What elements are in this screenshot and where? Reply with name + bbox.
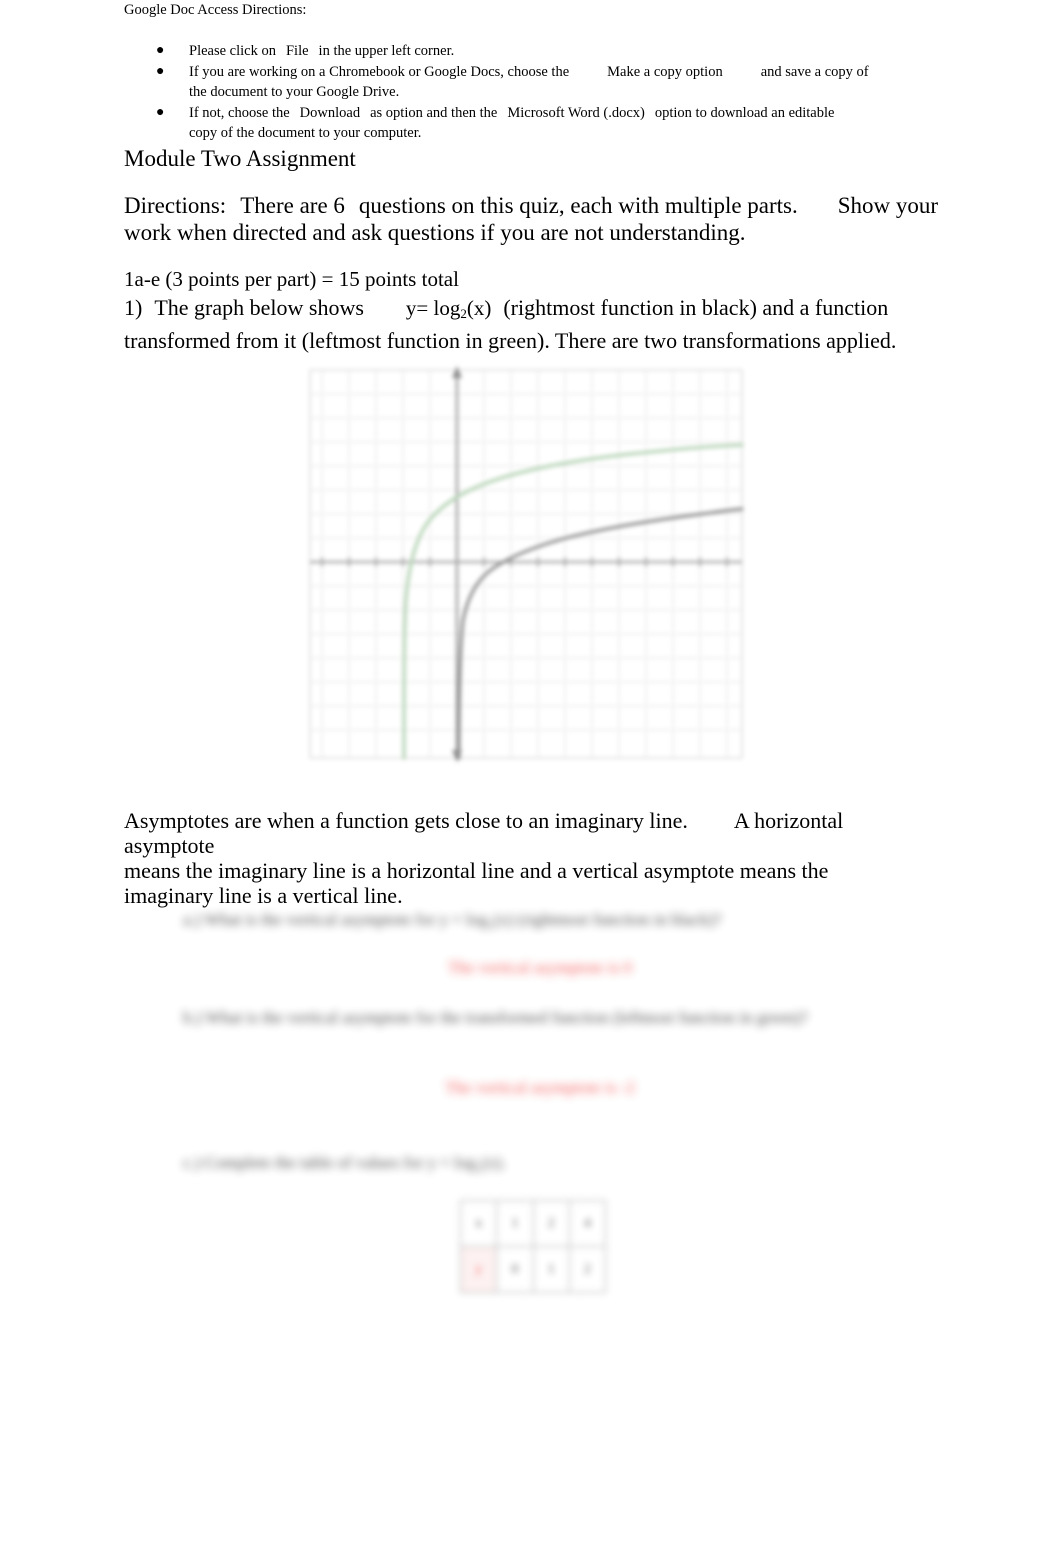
question-number: 1) bbox=[124, 295, 143, 320]
list-item-text-continuation: the document to your Google Drive. bbox=[189, 84, 400, 100]
table-cell: 1 bbox=[496, 1200, 534, 1247]
list-item-emphasis: Download bbox=[299, 104, 361, 121]
list-item-emphasis: Make a copy option bbox=[607, 63, 723, 80]
list-item: ● If not, choose the Download as option an… bbox=[124, 103, 934, 144]
question-text: The graph below shows bbox=[154, 295, 364, 320]
math-log: log bbox=[433, 296, 461, 320]
directions-text: questions on this quiz, each with multip… bbox=[358, 193, 798, 218]
table-row: x 1 2 4 bbox=[459, 1200, 607, 1247]
bullet-icon: ● bbox=[156, 63, 165, 79]
question-text: transformed from it (leftmost function i… bbox=[124, 328, 897, 353]
directions-paragraph: Directions: There are 6 questions on this … bbox=[124, 192, 939, 246]
asymptote-sentence: Asymptotes are when a function gets clos… bbox=[124, 808, 688, 833]
question-text: (rightmost function in black) and a func… bbox=[503, 295, 889, 320]
table-cell: 2 bbox=[532, 1200, 570, 1247]
directions-text: Show your bbox=[837, 193, 939, 218]
sub-question-c-prompt: c.) Complete the table of values for y =… bbox=[183, 1153, 506, 1172]
access-directions-list: ● Please click on File in the upper left c… bbox=[124, 41, 934, 144]
directions-text: work when directed and ask questions if … bbox=[124, 220, 746, 245]
asymptote-definition-paragraph: Asymptotes are when a function gets clos… bbox=[124, 808, 934, 908]
list-item: ● If you are working on a Chromebook or … bbox=[124, 62, 934, 103]
sub-question-a-prompt: a.) What is the vertical asymptote for y… bbox=[183, 910, 722, 929]
table-row: y 0 1 2 bbox=[459, 1246, 607, 1293]
list-item-text-part: option to download an editable bbox=[654, 104, 835, 121]
asymptote-sentence: means the imaginary line is a horizontal… bbox=[124, 858, 829, 883]
list-item-text-continuation: copy of the document to your computer. bbox=[189, 125, 422, 141]
sub-question-b-answer: The vertical asymptote is -2 bbox=[445, 1078, 635, 1097]
logarithm-graph-figure bbox=[302, 358, 750, 770]
table-cell: 1 bbox=[532, 1246, 570, 1293]
list-item-emphasis: File bbox=[285, 43, 309, 59]
list-item-emphasis: Microsoft Word (.docx) bbox=[507, 104, 645, 121]
bullet-icon: ● bbox=[156, 43, 165, 58]
list-item: ● Please click on File in the upper left c… bbox=[124, 41, 934, 62]
graph-svg bbox=[302, 358, 750, 770]
question-1: 1) The graph below shows y= log2(x) (rightm… bbox=[124, 294, 924, 354]
value-table-wrapper: x 1 2 4 y 0 1 2 bbox=[459, 1200, 607, 1293]
table-cell-highlighted: y bbox=[459, 1246, 498, 1293]
math-expression: y= log2(x) bbox=[405, 296, 492, 321]
table-cell: 0 bbox=[496, 1246, 534, 1293]
value-table: x 1 2 4 y 0 1 2 bbox=[459, 1200, 607, 1293]
list-item-text-part: If you are working on a Chromebook or Go… bbox=[189, 63, 570, 80]
list-item-text-part: and save a copy of bbox=[760, 63, 869, 80]
list-item-text-part: in the upper left corner. bbox=[318, 43, 455, 59]
table-cell: x bbox=[459, 1200, 498, 1247]
math-arg: (x) bbox=[466, 296, 492, 320]
sub-question-a-answer: The vertical asymptote is 0 bbox=[447, 958, 633, 977]
list-item-text-part: Please click on bbox=[189, 43, 276, 59]
google-doc-access-heading: Google Doc Access Directions: bbox=[124, 2, 307, 18]
math-prefix: y= bbox=[405, 296, 429, 320]
document-page: Google Doc Access Directions: ● Please c… bbox=[0, 0, 1062, 1561]
page-title: Module Two Assignment bbox=[124, 146, 356, 171]
sub-question-b-prompt: b.) What is the vertical asymptote for t… bbox=[183, 1008, 808, 1027]
bullet-icon: ● bbox=[156, 104, 165, 120]
directions-text: There are 6 bbox=[240, 193, 345, 218]
asymptote-sentence: imaginary line is a vertical line. bbox=[124, 883, 403, 908]
directions-label: Directions: bbox=[124, 193, 227, 218]
table-cell: 2 bbox=[568, 1246, 607, 1293]
table-cell: 4 bbox=[568, 1200, 607, 1247]
list-item-text-part: as option and then the bbox=[370, 104, 498, 121]
graph-background bbox=[302, 358, 750, 770]
points-total-line: 1a-e (3 points per part) = 15 points tot… bbox=[124, 267, 459, 291]
list-item-text-part: If not, choose the bbox=[189, 104, 290, 121]
